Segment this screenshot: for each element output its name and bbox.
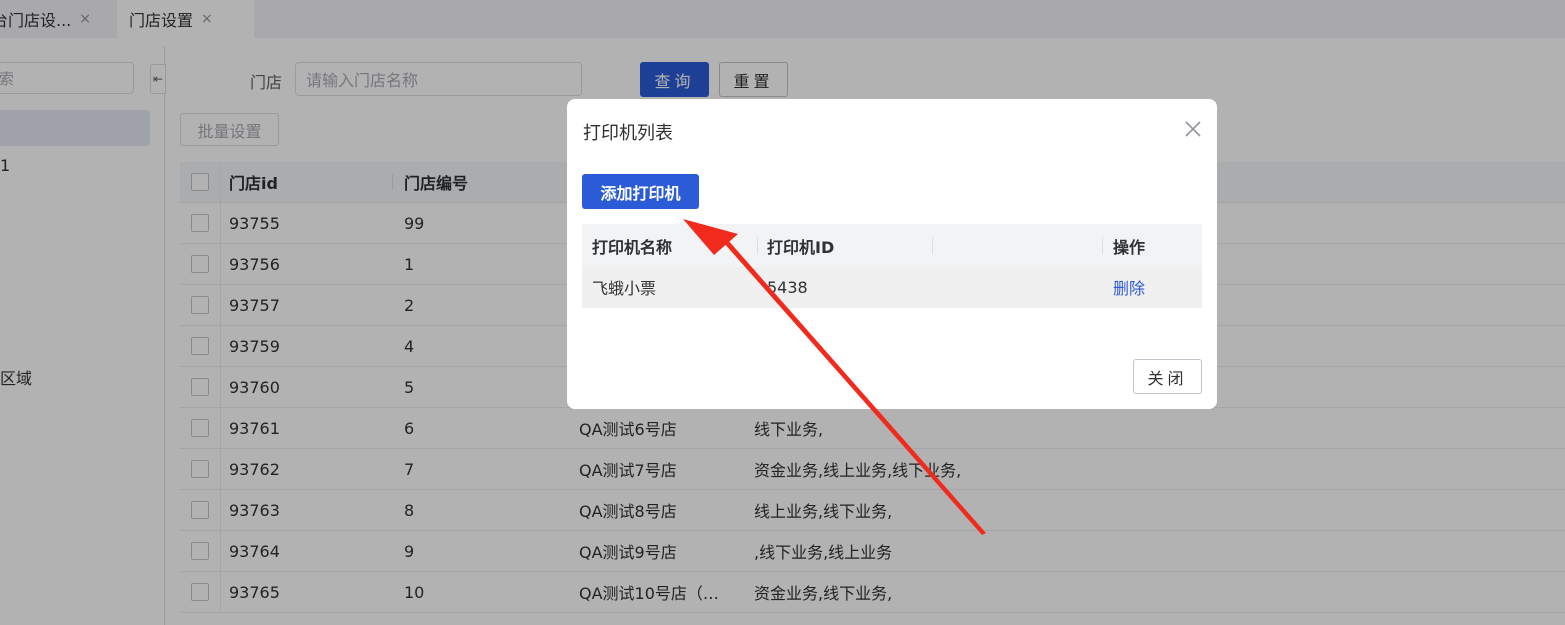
table-row: 飞蛾小票 5438 删除 — [582, 267, 1202, 308]
printer-name-cell: 飞蛾小票 — [592, 279, 657, 298]
printer-table-header: 打印机名称 打印机ID 操作 — [582, 224, 1202, 267]
close-icon[interactable] — [1181, 117, 1205, 141]
printer-list-dialog: 打印机列表 添加打印机 打印机名称 打印机ID 操作 飞蛾小票 5438 删除 … — [567, 99, 1217, 409]
header-operation: 操作 — [1113, 237, 1146, 257]
app-window: 台门店设... × 门店设置 × 索 ⇤ 1 区域 门店 请输入门店名称 查询 … — [0, 0, 1565, 625]
column-divider — [932, 237, 933, 254]
dialog-title: 打印机列表 — [583, 123, 673, 144]
add-printer-button[interactable]: 添加打印机 — [582, 174, 699, 209]
header-printer-id: 打印机ID — [767, 237, 835, 257]
printer-id-cell: 5438 — [767, 277, 808, 297]
column-divider — [757, 237, 758, 254]
header-printer-name: 打印机名称 — [592, 237, 673, 257]
column-divider — [1102, 237, 1103, 254]
printer-table: 打印机名称 打印机ID 操作 飞蛾小票 5438 删除 — [582, 224, 1202, 308]
close-button[interactable]: 关闭 — [1133, 359, 1202, 394]
delete-link[interactable]: 删除 — [1113, 267, 1145, 307]
